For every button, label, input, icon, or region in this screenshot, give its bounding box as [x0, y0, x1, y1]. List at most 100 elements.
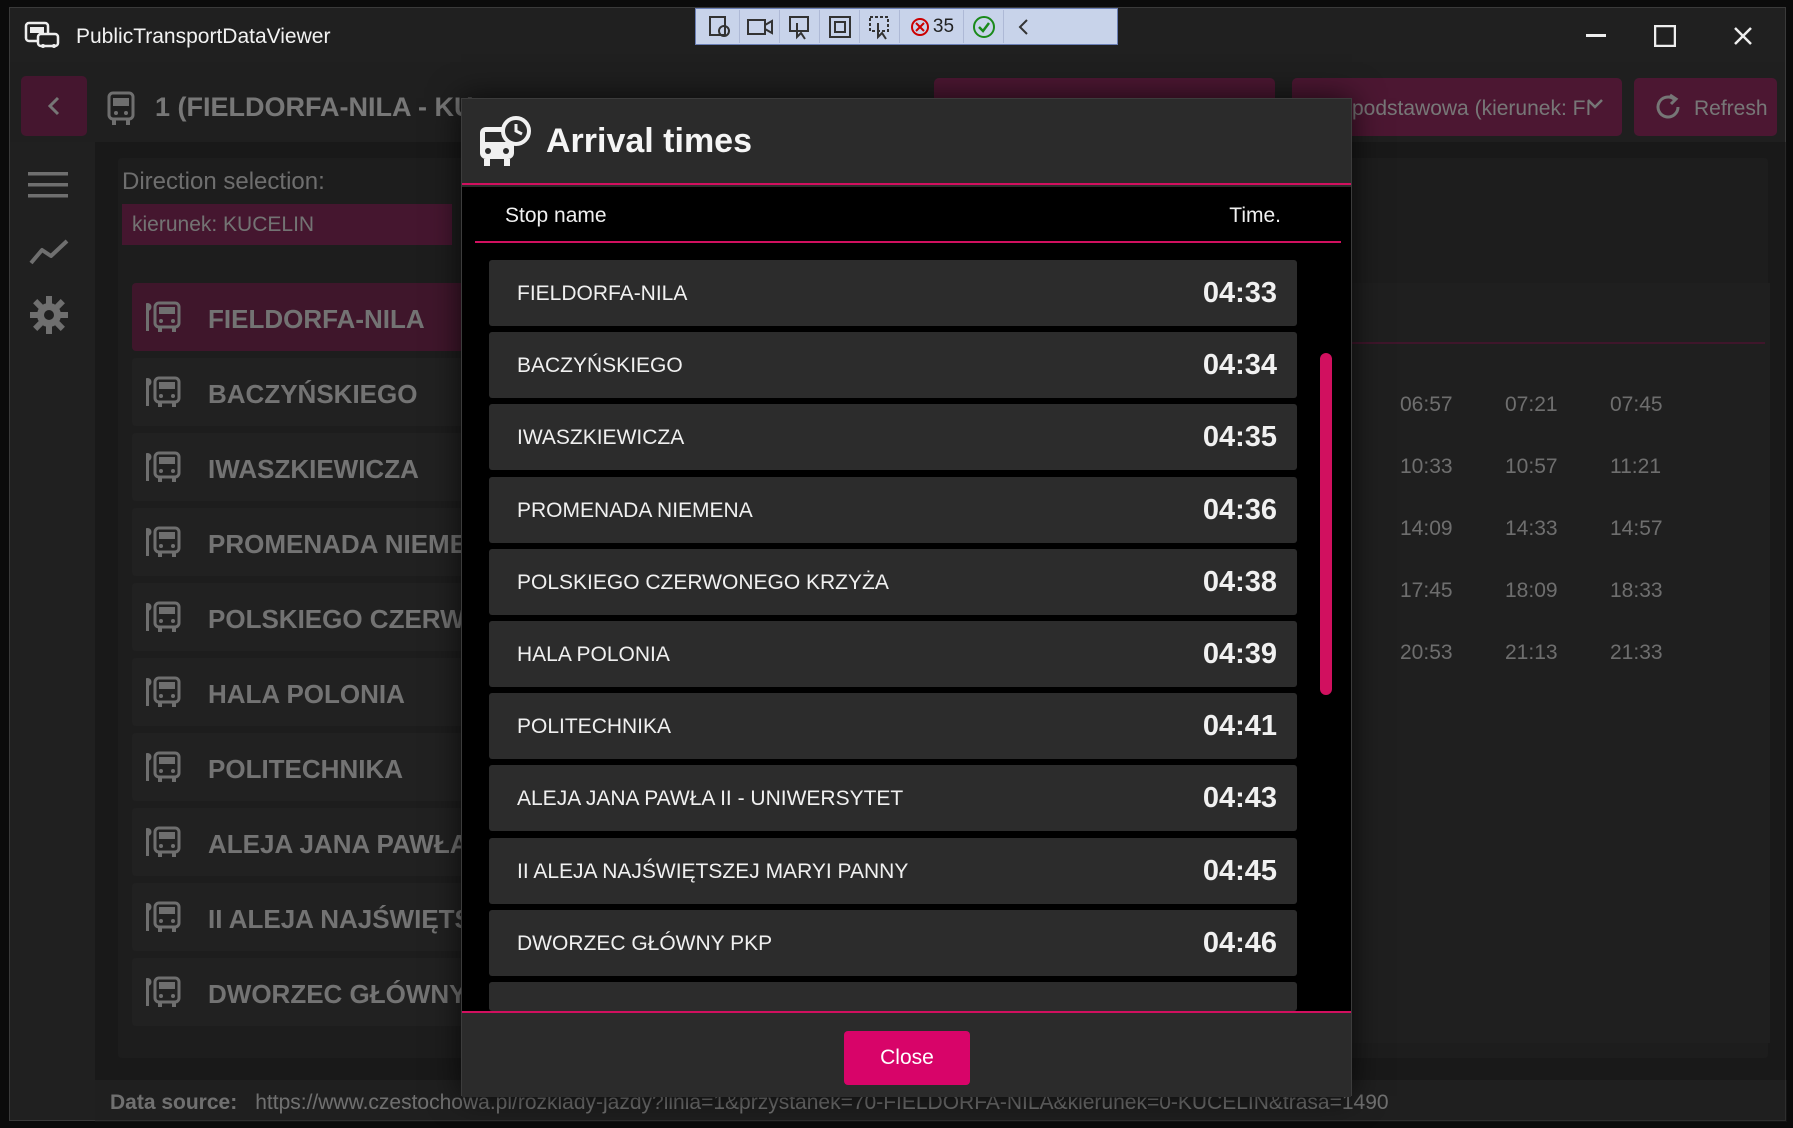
stop-list-label: IWASZKIEWICZA [208, 454, 419, 484]
stop-list-item[interactable]: FIELDORFA-NILA [132, 283, 472, 351]
timetable-cell[interactable]: 14:57 [1610, 517, 1715, 541]
stop-list-item[interactable]: POLSKIEGO CZERWON [132, 583, 472, 651]
arrival-row[interactable]: POLITECHNIKA 04:41 [489, 693, 1297, 760]
arrival-time: 04:33 [1202, 277, 1277, 309]
arrival-row[interactable]: PROMENADA NIEMENA 04:36 [489, 476, 1297, 543]
arrival-stop-name: II ALEJA NAJŚWIĘTSZEJ MARYI PANNY [517, 859, 909, 883]
direction-select[interactable]: kierunek: KUCELIN [122, 204, 452, 245]
timetable-cell[interactable]: 18:09 [1505, 579, 1610, 603]
stop-list-item[interactable]: IWASZKIEWICZA [132, 433, 472, 501]
collapse-chevron-icon[interactable] [1004, 10, 1044, 43]
bus-stop-icon [146, 526, 181, 557]
stop-list-item[interactable]: BACZYŃSKIEGO [132, 358, 472, 426]
dialog-footer: Close [462, 1011, 1351, 1097]
arrival-table: Stop name Time. FIELDORFA-NILA 04:33 BACZY… [462, 187, 1351, 1011]
timetable-cell[interactable]: 20:53 [1400, 641, 1505, 665]
route-title: 1 (FIELDORFA-NILA - KU [155, 92, 474, 122]
timetable-cell[interactable]: 21:13 [1505, 641, 1610, 665]
arrival-row[interactable]: POLSKIEGO CZERWONEGO KRZYŻA 04:38 [489, 548, 1297, 615]
bus-stop-icon [146, 976, 181, 1007]
stop-list-label: POLITECHNIKA [208, 754, 403, 784]
binding-failures[interactable]: 35 [900, 10, 964, 43]
live-visual-tree-icon[interactable] [700, 10, 740, 43]
stop-list-item[interactable]: II ALEJA NAJŚWIĘTSZE [132, 883, 472, 951]
maximize-button[interactable] [1635, 18, 1695, 54]
record-icon[interactable] [740, 10, 780, 43]
display-layout-adorners-icon[interactable] [820, 10, 860, 43]
arrival-stop-name: ALEJA JANA PAWŁA II - UNIWERSYTET [517, 787, 904, 811]
arrival-stop-name: POLITECHNIKA [517, 715, 672, 739]
minimize-button[interactable] [1566, 18, 1626, 54]
side-navigation [10, 142, 95, 1042]
stop-list-label: II ALEJA NAJŚWIĘTSZE [208, 904, 472, 934]
debug-toolbar: 35 [695, 8, 1118, 45]
chart-line-icon[interactable] [28, 237, 70, 267]
bus-stop-icon [146, 751, 181, 782]
arrival-times-dialog: Arrival times Stop name Time. FIELDORFA-… [461, 98, 1352, 1097]
arrival-row[interactable]: IWASZKIEWICZA 04:35 [489, 404, 1297, 471]
arrival-row[interactable]: BACZYŃSKIEGO 04:34 [489, 332, 1297, 399]
stop-list-label: BACZYŃSKIEGO [208, 379, 418, 409]
arrival-row-partial [489, 982, 1297, 1011]
dialog-header: Arrival times [462, 99, 1351, 185]
timetable-row: 17:45 18:09 18:33 [1400, 579, 1715, 603]
arrival-stop-name: FIELDORFA-NILA [517, 282, 688, 305]
arrival-row[interactable]: II ALEJA NAJŚWIĘTSZEJ MARYI PANNY 04:45 [489, 837, 1297, 904]
timetable-cell[interactable]: 17:45 [1400, 579, 1505, 603]
gear-icon[interactable] [28, 294, 70, 336]
arrival-row[interactable]: DWORZEC GŁÓWNY PKP 04:46 [489, 909, 1297, 976]
title-bar: PublicTransportDataViewer 35 [10, 8, 1785, 62]
arrival-row[interactable]: FIELDORFA-NILA 04:33 [489, 260, 1297, 326]
refresh-icon [1656, 93, 1680, 119]
bus-icon [107, 91, 135, 125]
refresh-button[interactable]: Refresh [1634, 78, 1777, 136]
arrival-stop-name: HALA POLONIA [517, 643, 670, 666]
stop-list-item[interactable]: ALEJA JANA PAWŁA II [132, 808, 472, 876]
arrival-stop-name: IWASZKIEWICZA [517, 426, 685, 450]
timetable-cell[interactable]: 07:21 [1505, 393, 1610, 417]
close-button[interactable]: Close [844, 1031, 970, 1085]
timetable-cell[interactable]: 18:33 [1610, 579, 1715, 603]
table-header: Stop name Time. [475, 187, 1341, 243]
timetable-cell[interactable]: 14:33 [1505, 517, 1610, 541]
track-focus-icon[interactable] [860, 10, 900, 43]
timetable-cell[interactable]: 10:33 [1400, 455, 1505, 479]
stop-list-label: PROMENADA NIEMEN [208, 529, 472, 559]
scrollbar-thumb[interactable] [1320, 353, 1332, 695]
timetable-cell[interactable]: 14:09 [1400, 517, 1505, 541]
timetable-row: 20:53 21:13 21:33 [1400, 641, 1715, 665]
stop-list-item[interactable]: PROMENADA NIEMEN [132, 508, 472, 576]
timetable-cell[interactable]: 10:57 [1505, 455, 1610, 479]
stop-list-item[interactable]: DWORZEC GŁÓWNY P [132, 958, 472, 1026]
bus-stop-icon [146, 676, 181, 707]
stop-list-label: FIELDORFA-NILA [208, 304, 425, 334]
refresh-label: Refresh [1694, 97, 1768, 120]
bus-stop-icon [146, 826, 181, 857]
stop-list-label: HALA POLONIA [208, 679, 405, 709]
bus-stop-icon [146, 901, 181, 932]
hamburger-menu-icon[interactable] [28, 170, 68, 200]
stop-list-label: ALEJA JANA PAWŁA II [208, 829, 472, 859]
bus-clock-icon [480, 116, 531, 166]
timetable-cell[interactable]: 21:33 [1610, 641, 1715, 665]
timetable-cell[interactable]: 06:57 [1400, 393, 1505, 417]
binding-failure-count: 35 [932, 15, 955, 37]
stop-list-item[interactable]: HALA POLONIA [132, 658, 472, 726]
timetable-cell[interactable]: 07:45 [1610, 393, 1715, 417]
arrival-row[interactable]: HALA POLONIA 04:39 [489, 621, 1297, 687]
back-button[interactable] [21, 76, 87, 136]
arrival-row[interactable]: ALEJA JANA PAWŁA II - UNIWERSYTET 04:43 [489, 765, 1297, 832]
variant-value: podstawowa (kierunek: FI [1352, 97, 1592, 120]
arrival-stop-name: PROMENADA NIEMENA [517, 498, 753, 522]
stop-list-label: DWORZEC GŁÓWNY P [208, 979, 472, 1009]
arrival-stop-name: BACZYŃSKIEGO [517, 354, 683, 378]
arrival-time: 04:43 [1202, 782, 1277, 815]
stop-list-item[interactable]: POLITECHNIKA [132, 733, 472, 801]
timetable-cell[interactable]: 11:21 [1610, 455, 1715, 479]
select-element-icon[interactable] [780, 10, 820, 43]
close-window-button[interactable] [1713, 18, 1773, 54]
arrival-time: 04:45 [1202, 854, 1277, 887]
dialog-title: Arrival times [546, 122, 752, 160]
checkmark-icon[interactable] [964, 10, 1004, 43]
arrival-stop-name: DWORZEC GŁÓWNY PKP [517, 931, 773, 955]
